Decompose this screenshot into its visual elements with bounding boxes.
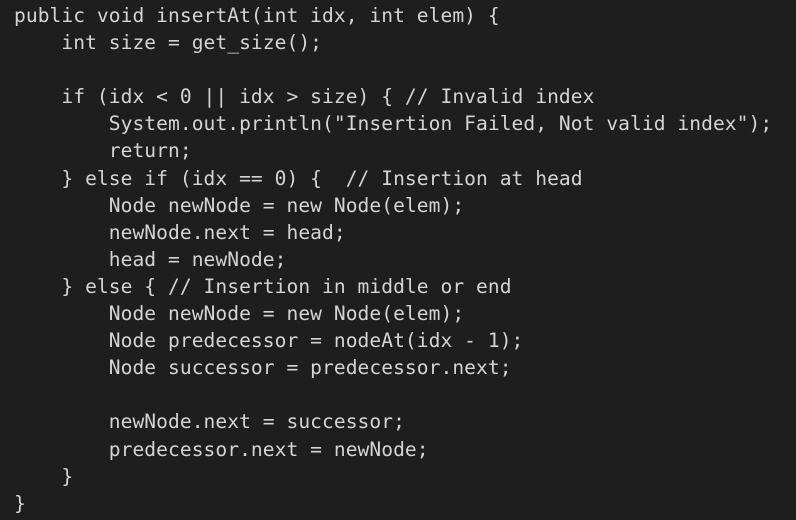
code-line-19: }	[14, 491, 26, 515]
code-line-1: public void insertAt(int idx, int elem) …	[14, 4, 500, 27]
code-line-16: newNode.next = successor;	[14, 410, 405, 434]
code-line-6: return;	[14, 139, 192, 163]
code-line-14: Node successor = predecessor.next;	[14, 356, 512, 380]
code-line-10: head = newNode;	[14, 247, 287, 271]
code-line-11: } else { // Insertion in middle or end	[14, 274, 512, 298]
code-line-4: if (idx < 0 || idx > size) { // Invalid …	[14, 85, 595, 109]
code-line-7: } else if (idx == 0) { // Insertion at h…	[14, 166, 583, 190]
code-line-2: int size = get_size();	[14, 31, 323, 55]
code-line-17: predecessor.next = newNode;	[14, 437, 429, 461]
code-line-13: Node predecessor = nodeAt(idx - 1);	[14, 329, 524, 353]
code-editor[interactable]: public void insertAt(int idx, int elem) …	[0, 0, 796, 520]
code-line-8: Node newNode = new Node(elem);	[14, 193, 465, 217]
code-line-5: System.out.println("Insertion Failed, No…	[14, 112, 773, 136]
code-line-18: }	[14, 464, 74, 488]
code-line-9: newNode.next = head;	[14, 220, 346, 244]
code-line-12: Node newNode = new Node(elem);	[14, 302, 465, 326]
